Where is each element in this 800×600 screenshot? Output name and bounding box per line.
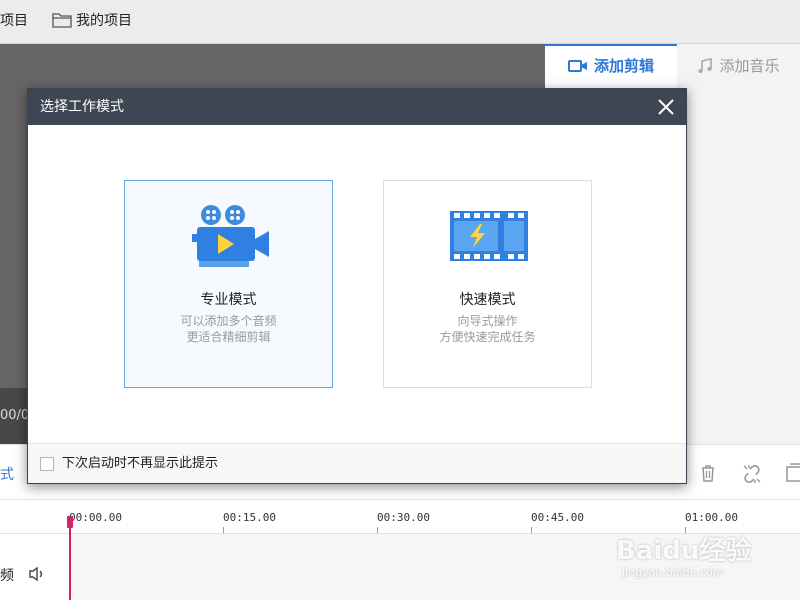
my-projects-label: 我的项目 — [76, 13, 132, 29]
dialog-title: 选择工作模式 — [40, 99, 124, 115]
dont-show-again-label[interactable]: 下次启动时不再显示此提示 — [62, 444, 218, 484]
movie-camera-icon — [192, 205, 269, 267]
tick-label: 00:15.00 — [223, 511, 276, 524]
quick-mode-desc-1: 向导式操作 — [457, 314, 518, 328]
dialog-header: 选择工作模式 — [28, 89, 686, 125]
mode-switch-link[interactable]: 式 — [0, 464, 14, 484]
tick-mark — [377, 527, 378, 533]
tick-label: 00:00.00 — [69, 511, 122, 524]
work-mode-dialog: 选择工作模式 专业模式 可以添加多个音频 更适合精细剪辑 快速模式 向导式操作 … — [27, 88, 687, 484]
tick-label: 00:30.00 — [377, 511, 430, 524]
watermark: Baidu经验 — [616, 536, 752, 566]
quick-mode-title: 快速模式 — [459, 292, 516, 308]
unlink-icon[interactable] — [741, 463, 763, 485]
speaker-icon[interactable] — [28, 566, 46, 582]
dont-show-again-checkbox[interactable] — [40, 457, 54, 471]
my-projects-button[interactable]: 我的项目 — [52, 0, 132, 44]
menu-item-project[interactable]: 项目 — [0, 0, 28, 44]
close-icon[interactable] — [656, 97, 676, 117]
folder-icon — [52, 12, 72, 28]
quick-mode-card[interactable]: 快速模式 向导式操作 方便快速完成任务 — [383, 180, 592, 388]
tab-add-music-label: 添加音乐 — [719, 57, 780, 75]
professional-mode-title: 专业模式 — [200, 292, 257, 308]
track-label: 频 — [0, 568, 14, 584]
tab-add-music[interactable]: 添加音乐 — [677, 44, 800, 88]
playhead[interactable] — [69, 516, 71, 600]
tick-mark — [223, 527, 224, 533]
quick-mode-desc-2: 方便快速完成任务 — [439, 330, 536, 344]
professional-mode-desc-1: 可以添加多个音频 — [180, 314, 277, 328]
music-note-icon — [698, 57, 713, 73]
professional-mode-desc-2: 更适合精细剪辑 — [186, 330, 271, 344]
tick-mark — [531, 527, 532, 533]
video-camera-icon — [567, 59, 587, 72]
trash-icon[interactable] — [698, 463, 718, 483]
film-strip-icon — [450, 211, 528, 261]
tick-label: 01:00.00 — [685, 511, 738, 524]
professional-mode-card[interactable]: 专业模式 可以添加多个音频 更适合精细剪辑 — [124, 180, 333, 388]
watermark-url: jingyan.baidu.com — [622, 566, 724, 579]
dialog-footer: 下次启动时不再显示此提示 — [28, 443, 686, 483]
tab-add-clip-label: 添加剪辑 — [593, 57, 654, 75]
tick-label: 00:45.00 — [531, 511, 584, 524]
tab-add-clip[interactable]: 添加剪辑 — [545, 44, 677, 88]
time-display: 00/0 — [0, 408, 30, 423]
copy-icon[interactable] — [785, 463, 800, 483]
